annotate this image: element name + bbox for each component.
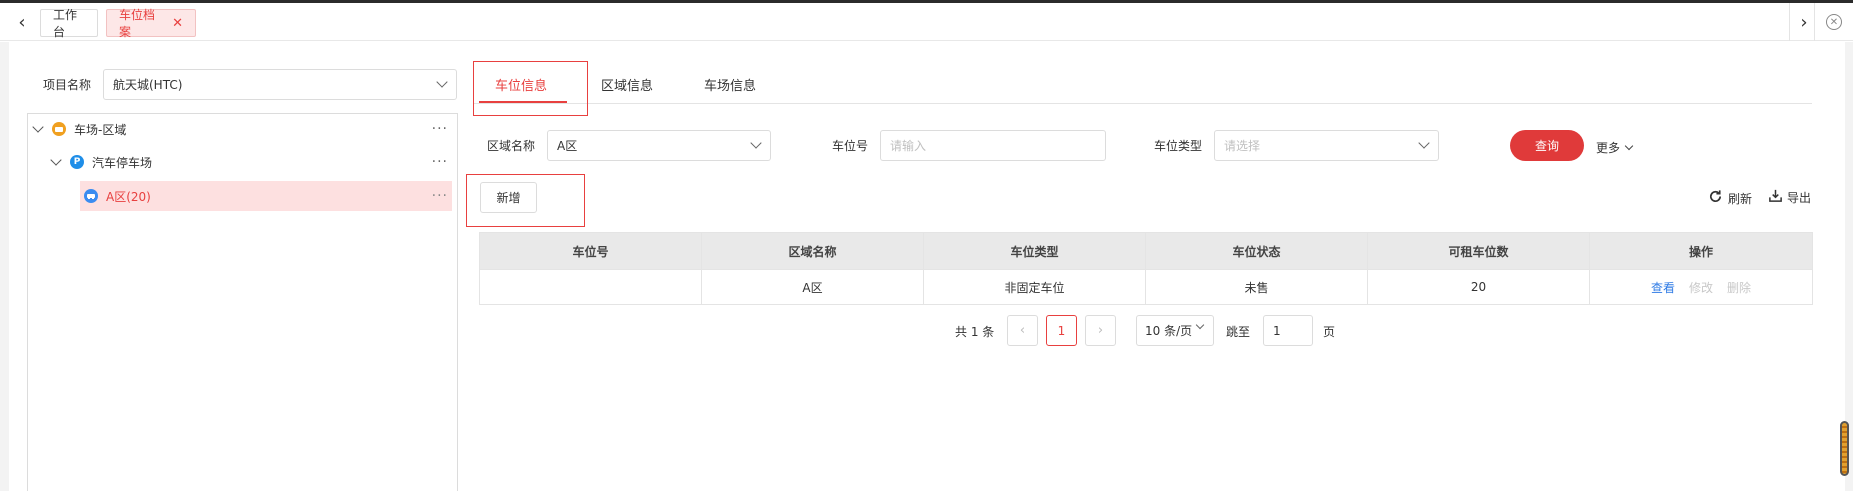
cell-status: 未售: [1146, 270, 1368, 304]
more-icon[interactable]: ···: [432, 188, 448, 204]
space-no-label: 车位号: [832, 139, 869, 153]
refresh-icon: [1708, 189, 1723, 207]
space-type-label: 车位类型: [1154, 139, 1203, 153]
area-name-select[interactable]: A区: [547, 130, 771, 161]
close-all-tabs-icon[interactable]: ✕: [1826, 14, 1842, 30]
view-link[interactable]: 查看: [1651, 279, 1675, 296]
tree-node-label: A区(20): [106, 189, 151, 204]
column-header: 车位类型: [924, 233, 1146, 269]
chevron-down-icon: [1624, 141, 1634, 150]
chevron-down-icon: [436, 76, 448, 88]
project-select[interactable]: 航天城(HTC): [103, 69, 457, 100]
column-header: 车位状态: [1146, 233, 1368, 269]
refresh-label: 刷新: [1728, 191, 1753, 206]
prev-page-button[interactable]: ‹: [1007, 315, 1038, 346]
area-name-label: 区域名称: [487, 139, 536, 153]
tree-node-area-a[interactable]: A区(20) ···: [80, 181, 452, 211]
delete-link[interactable]: 删除: [1727, 279, 1751, 296]
column-header: 车位号: [480, 233, 702, 269]
highlight-box-add: [466, 174, 585, 227]
space-no-input[interactable]: 请输入: [880, 130, 1106, 161]
more-icon[interactable]: ···: [432, 154, 448, 170]
chevron-down-icon: [750, 137, 762, 149]
more-icon[interactable]: ···: [432, 121, 448, 137]
more-filters-toggle[interactable]: 更多: [1596, 139, 1634, 156]
next-page-button[interactable]: ›: [1085, 315, 1116, 346]
tab-label: 车位档案: [119, 8, 156, 39]
parking-space-table: 车位号 区域名称 车位类型 车位状态 可租车位数 操作 A区 非固定车位 未售 …: [479, 232, 1813, 305]
goto-page-value: 1: [1273, 323, 1281, 338]
cell-actions: 查看 修改 删除: [1590, 270, 1812, 304]
goto-page-input[interactable]: 1: [1263, 315, 1313, 346]
edit-link[interactable]: 修改: [1689, 279, 1713, 296]
chevron-left-icon: ‹: [1019, 323, 1026, 338]
subtabs-divider: [474, 103, 1812, 104]
tab-bar: [0, 3, 1853, 41]
export-label: 导出: [1787, 190, 1812, 205]
tab-workbench[interactable]: 工作台: [40, 8, 98, 39]
page-size-value: 10 条/页: [1145, 324, 1193, 338]
cell-area: A区: [702, 270, 924, 304]
total-count: 共 1 条: [955, 325, 995, 339]
tree-node-label: 车场-区域: [74, 122, 127, 137]
table-header: 车位号 区域名称 车位类型 车位状态 可租车位数 操作: [480, 233, 1812, 269]
page-size-select[interactable]: 10 条/页: [1136, 315, 1214, 346]
cell-type: 非固定车位: [924, 270, 1146, 304]
tab-scroll-right-icon[interactable]: ›: [1788, 3, 1820, 41]
page-number-current[interactable]: 1: [1046, 315, 1077, 346]
close-icon[interactable]: ✕: [172, 16, 183, 31]
project-label: 项目名称: [43, 78, 92, 92]
parking-p-icon: P: [70, 155, 84, 169]
tab-scroll-left-icon[interactable]: ‹: [6, 3, 38, 41]
parking-lot-icon: [52, 122, 66, 136]
chevron-down-icon[interactable]: [32, 121, 44, 133]
column-header: 可租车位数: [1368, 233, 1590, 269]
refresh-button[interactable]: 刷新: [1708, 189, 1752, 207]
more-label: 更多: [1596, 141, 1621, 155]
tab-car-park-info[interactable]: 车场信息: [704, 75, 756, 94]
tab-area-info[interactable]: 区域信息: [601, 75, 653, 94]
query-button[interactable]: 查询: [1510, 130, 1584, 161]
area-name-value: A区: [557, 139, 578, 153]
cell-rentable: 20: [1368, 270, 1590, 304]
project-select-value: 航天城(HTC): [113, 78, 183, 92]
table-row: A区 非固定车位 未售 20 查看 修改 删除: [480, 269, 1812, 304]
chevron-right-icon: ›: [1097, 323, 1104, 338]
export-button[interactable]: 导出: [1768, 188, 1811, 206]
tab-parking-archive[interactable]: 车位档案 ✕: [106, 8, 196, 39]
tree-node-car-park[interactable]: P 汽车停车场 ···: [48, 148, 452, 176]
highlight-box-subtab: [473, 61, 588, 116]
space-no-placeholder: 请输入: [890, 139, 927, 153]
tree-node-parking-area[interactable]: 车场-区域 ···: [30, 115, 452, 143]
scrollbar-thumb[interactable]: [1840, 421, 1849, 476]
download-icon: [1768, 188, 1783, 206]
page-suffix: 页: [1323, 325, 1336, 339]
chevron-down-icon: [1418, 137, 1430, 149]
cell-space-no: [480, 270, 702, 304]
tree-node-label: 汽车停车场: [92, 155, 153, 170]
goto-label: 跳至: [1226, 325, 1251, 339]
chevron-down-icon[interactable]: [50, 154, 62, 166]
chevron-down-icon: [1195, 320, 1205, 330]
tab-divider: [1814, 3, 1815, 41]
column-header: 区域名称: [702, 233, 924, 269]
column-header: 操作: [1688, 244, 1713, 259]
space-type-select[interactable]: 请选择: [1214, 130, 1439, 161]
car-icon: [84, 189, 98, 203]
tab-label: 工作台: [53, 8, 78, 39]
space-type-placeholder: 请选择: [1224, 139, 1261, 153]
